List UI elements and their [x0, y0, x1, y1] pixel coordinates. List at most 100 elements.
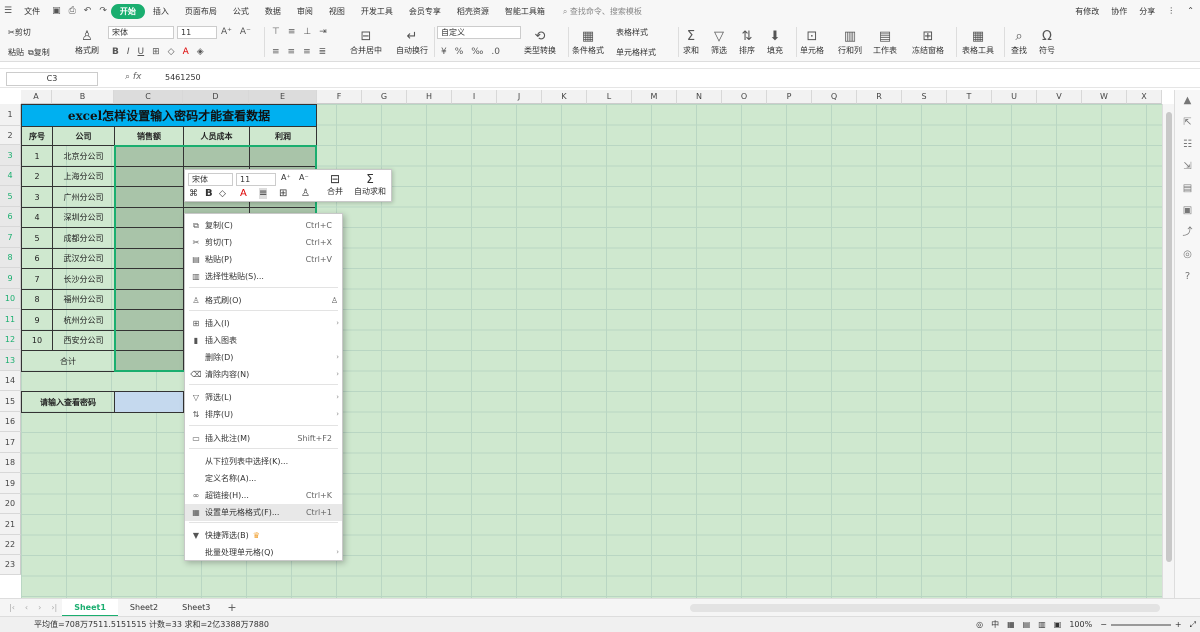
mini-autosum-button[interactable]: Σ 自动求和 — [350, 172, 390, 197]
horizontal-scrollbar[interactable] — [690, 604, 1160, 612]
password-input-cell[interactable] — [114, 391, 184, 413]
input-mode-icon[interactable]: 中 — [987, 619, 1003, 630]
merge-center-button[interactable]: ⊟ 合并居中 — [350, 22, 382, 61]
column-header[interactable]: R — [857, 90, 902, 104]
sheet-title-cell[interactable]: excel怎样设置输入密码才能查看数据 — [21, 104, 317, 127]
zoom-slider[interactable] — [1110, 623, 1171, 626]
column-header[interactable]: G — [362, 90, 407, 104]
name-box[interactable]: C3 — [6, 72, 98, 86]
reading-mode-icon[interactable]: ▣ — [1050, 620, 1066, 629]
share-button[interactable]: 分享 — [1133, 6, 1161, 17]
tab-smart-tools[interactable]: 智能工具箱 — [497, 6, 553, 17]
column-header[interactable]: H — [407, 90, 452, 104]
row-header[interactable]: 22 — [0, 535, 21, 555]
column-header[interactable]: U — [992, 90, 1037, 104]
column-header[interactable]: E — [249, 90, 317, 104]
print-icon[interactable]: ⎙ — [65, 6, 80, 16]
context-menu-item[interactable]: ∞ 超链接(H)... Ctrl+K — [185, 487, 342, 504]
mini-border-icon[interactable]: ⊞ — [279, 188, 287, 199]
cell-style-button[interactable]: 单元格样式 — [614, 47, 658, 58]
row-header[interactable]: 14 — [0, 371, 21, 391]
company-cell[interactable]: 成都分公司 — [52, 227, 115, 249]
scroll-thumb[interactable] — [1166, 112, 1172, 562]
column-header[interactable]: X — [1127, 90, 1162, 104]
align-middle-icon[interactable]: ≡ — [284, 27, 300, 37]
row-header[interactable]: 4 — [0, 166, 21, 186]
mini-format-painter-icon[interactable]: ⌘ — [189, 189, 198, 199]
tab-review[interactable]: 审阅 — [289, 6, 321, 17]
mini-increase-font-icon[interactable]: A⁺ — [281, 173, 291, 182]
row-header[interactable]: 9 — [0, 268, 21, 289]
prev-sheet-icon[interactable]: ‹ — [20, 603, 33, 612]
company-cell[interactable]: 广州分公司 — [52, 186, 115, 208]
context-menu-item[interactable]: ▮ 插入图表 — [185, 332, 342, 349]
first-sheet-icon[interactable]: |‹ — [4, 603, 20, 612]
last-sheet-icon[interactable]: ›| — [46, 603, 62, 612]
company-cell[interactable]: 杭州分公司 — [52, 309, 115, 331]
thousands-icon[interactable]: ‰ — [467, 47, 487, 57]
context-menu-item[interactable]: ▭ 插入批注(M) Shift+F2 — [185, 430, 342, 447]
index-cell[interactable]: 6 — [21, 248, 53, 269]
decrease-font-icon[interactable]: A⁻ — [236, 27, 255, 37]
total-label-cell[interactable]: 合计 — [21, 350, 115, 372]
format-painter-button[interactable]: ♙ 格式刷 — [75, 22, 99, 61]
context-menu-item[interactable]: ▼ 快捷筛选(B) ♛ — [185, 527, 342, 544]
company-cell[interactable]: 深圳分公司 — [52, 207, 115, 228]
align-left-icon[interactable]: ≡ — [268, 47, 284, 57]
paste-button[interactable]: 粘贴 — [6, 47, 26, 58]
align-right-icon[interactable]: ≡ — [299, 47, 315, 57]
zoom-level[interactable]: 100% — [1065, 620, 1096, 629]
redo-icon[interactable]: ↷ — [95, 6, 111, 16]
row-header[interactable]: 21 — [0, 514, 21, 535]
column-header[interactable]: O — [722, 90, 767, 104]
indent-icon[interactable]: ⇥ — [315, 27, 331, 37]
scroll-up-icon[interactable]: ▲ — [1175, 90, 1200, 112]
next-sheet-icon[interactable]: › — [33, 603, 46, 612]
font-size-select[interactable]: 11 — [177, 25, 217, 39]
column-header[interactable]: D — [183, 90, 249, 104]
normal-view-icon[interactable]: ▦ — [1003, 620, 1019, 629]
sales-cell[interactable] — [114, 248, 184, 269]
location-icon[interactable]: ◎ — [1175, 244, 1200, 266]
fit-icon[interactable]: ⤢ — [1186, 620, 1200, 630]
column-header[interactable]: M — [632, 90, 677, 104]
percent-icon[interactable]: % — [451, 47, 468, 57]
column-header[interactable]: L — [587, 90, 632, 104]
row-header[interactable]: 6 — [0, 207, 21, 227]
row-header[interactable]: 15 — [0, 391, 21, 412]
row-header[interactable]: 17 — [0, 432, 21, 453]
index-cell[interactable]: 1 — [21, 145, 53, 167]
sheet-tab-3[interactable]: Sheet3 — [170, 599, 222, 617]
tab-developer[interactable]: 开发工具 — [353, 6, 401, 17]
column-header[interactable]: V — [1037, 90, 1082, 104]
wrap-text-button[interactable]: ↵ 自动换行 — [396, 22, 428, 61]
mini-font-select[interactable]: 宋体 — [188, 173, 233, 186]
context-menu-item[interactable]: ✂ 剪切(T) Ctrl+X — [185, 234, 342, 251]
column-header[interactable]: B — [52, 90, 114, 104]
currency-icon[interactable]: ¥ — [437, 47, 451, 57]
row-header[interactable]: 12 — [0, 330, 21, 350]
vertical-scrollbar[interactable] — [1162, 104, 1174, 598]
row-header[interactable]: 1 — [0, 104, 21, 126]
fill-color-icon[interactable]: ◇ — [164, 47, 179, 57]
context-menu-item[interactable]: ⌫ 清除内容(N) › — [185, 366, 342, 383]
file-menu[interactable]: 文件 — [16, 6, 48, 17]
pdf-icon[interactable]: ▣ — [1175, 200, 1200, 222]
clipboard-icon[interactable]: ▤ — [1175, 178, 1200, 200]
sales-cell[interactable] — [114, 289, 184, 310]
context-menu-item[interactable]: 批量处理单元格(Q) › — [185, 544, 342, 561]
font-color-icon[interactable]: A — [179, 47, 193, 57]
mini-bold-icon[interactable]: B — [205, 188, 213, 199]
sales-cell[interactable] — [114, 186, 184, 208]
save-icon[interactable]: ▣ — [48, 6, 65, 16]
formula-input[interactable]: 5461250 — [165, 73, 201, 82]
zoom-out-icon[interactable]: − — [1096, 620, 1111, 629]
mini-merge-button[interactable]: ⊟ 合并 — [321, 172, 349, 197]
column-header[interactable]: Q — [812, 90, 857, 104]
italic-icon[interactable]: I — [123, 47, 134, 57]
tab-data[interactable]: 数据 — [257, 6, 289, 17]
context-menu-item[interactable]: ⧉ 复制(C) Ctrl+C — [185, 217, 342, 234]
profit-cell[interactable] — [249, 145, 317, 167]
has-changes-button[interactable]: 有修改 — [1069, 6, 1105, 17]
index-cell[interactable]: 10 — [21, 330, 53, 351]
